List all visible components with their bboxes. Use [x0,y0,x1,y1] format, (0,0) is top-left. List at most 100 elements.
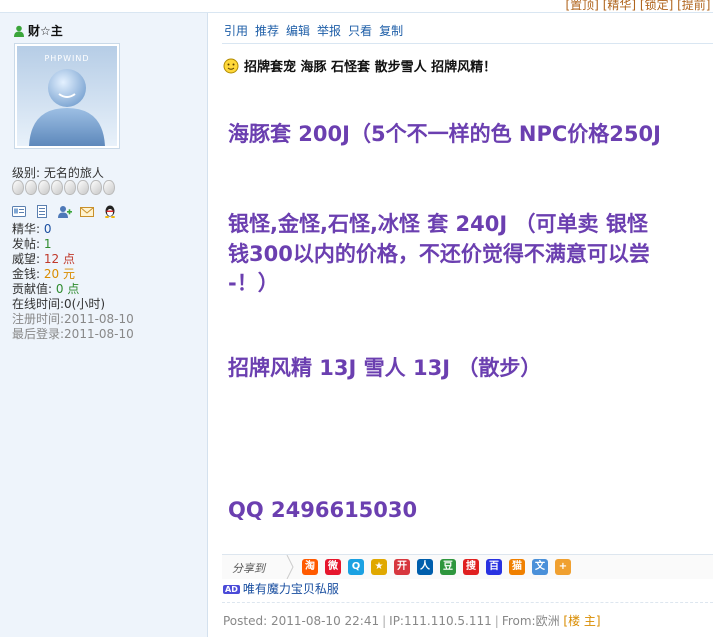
weibo-icon[interactable]: 微 [325,559,341,575]
level-egg-icon [12,180,24,195]
moderator-links: [置顶] [精华] [锁定] [提前] [ [566,0,713,13]
avatar[interactable]: PHPWIND [14,43,120,149]
stat-value: 0(小时) [64,297,106,311]
stat-posts: 发帖: 1 [12,237,134,252]
user-sidebar: 财☆主 PHPWIND 级别: 无名的旅人 精华: 0 发帖: 1 威望: 12… [0,13,208,637]
username-text[interactable]: 财☆主 [28,24,63,38]
floor-label[interactable]: [楼 主] [563,614,600,628]
stat-digest: 精华: 0 [12,222,134,237]
taobao-icon[interactable]: 淘 [302,559,318,575]
level-egg-icon [90,180,102,195]
last-login-value: 2011-08-10 [64,327,134,341]
share-separator [286,555,294,579]
posts-icon[interactable] [35,205,49,218]
username[interactable]: 财☆主 [13,22,63,39]
content-line: 钱300以内的价格，不还价觉得不满意可以尝 [228,242,650,266]
level-value: 无名的旅人 [43,166,104,180]
stat-money: 金钱: 20 元 [12,267,134,282]
add-friend-icon[interactable] [57,205,72,218]
stat-label: 精华: [12,222,41,236]
post-actions: 引用 推荐 编辑 举报 只看 复制 [224,22,410,39]
stat-label: 在线时间: [12,297,65,311]
level-stars [12,180,116,198]
level-egg-icon [25,180,37,195]
separator: | [382,614,387,628]
doc-icon[interactable]: 文 [532,559,548,575]
level-egg-icon [77,180,89,195]
level-label: 级别: [12,166,41,180]
ad-badge-icon: AD [223,585,240,594]
content-line: 银怪,金怪,石怪,冰怪 套 240J （可单卖 银怪 [228,212,648,236]
profile-card-icon[interactable] [12,205,26,218]
stat-value: 20 元 [43,267,75,281]
post-title: 招牌套宠 海豚 石怪套 散步雪人 招牌风精！ [223,56,496,75]
register-value: 2011-08-10 [64,312,134,326]
user-stats: 精华: 0 发帖: 1 威望: 12 点 金钱: 20 元 贡献值: 0 点 在… [12,222,134,342]
contact-icons [12,204,122,218]
recommend-link[interactable]: 推荐 [255,24,279,38]
level-egg-icon [103,180,115,195]
posted-time: Posted: 2011-08-10 22:41 [223,614,380,628]
level-egg-icon [38,180,50,195]
last-login: 最后登录:2011-08-10 [12,327,134,342]
lock-link[interactable]: [锁定] [640,0,673,12]
mop-icon[interactable]: 猫 [509,559,525,575]
share-icons: 淘微 Q ★ 开人豆搜百猫文 + [302,559,578,575]
content-line: -！） [228,271,279,295]
level-egg-icon [51,180,63,195]
user-icon [14,25,24,37]
quote-link[interactable]: 引用 [224,24,248,38]
divider [222,602,713,603]
ip-address: IP:111.110.5.111 [389,614,492,628]
content-line: QQ 2496615030 [228,498,418,522]
top-bar: [置顶] [精华] [锁定] [提前] [ [0,0,713,13]
renren-icon[interactable]: 人 [417,559,433,575]
stat-label: 贡献值: [12,282,53,296]
digest-link[interactable]: [精华] [603,0,636,12]
qq-icon[interactable] [103,205,117,218]
stat-value: 1 [43,237,52,251]
baidu-icon[interactable]: 百 [486,559,502,575]
share-label: 分享到 [232,562,265,575]
level-egg-icon [64,180,76,195]
stat-online-time: 在线时间:0(小时) [12,297,134,312]
star-icon[interactable]: ★ [371,559,387,575]
separator: | [494,614,499,628]
share-bar: 分享到 淘微 Q ★ 开人豆搜百猫文 + [222,554,713,579]
content-line: 招牌风精 13J 雪人 13J （散步） [228,356,542,380]
ad-link[interactable]: AD 唯有魔力宝贝私服 [223,580,339,597]
stat-label: 金钱: [12,267,41,281]
qzone-icon[interactable]: Q [348,559,364,575]
avatar-watermark: PHPWIND [44,54,90,63]
sticky-link[interactable]: [置顶] [566,0,599,12]
stat-value: 0 点 [55,282,80,296]
edit-link[interactable]: 编辑 [286,24,310,38]
copy-link[interactable]: 复制 [379,24,403,38]
user-level: 级别: 无名的旅人 [12,164,104,181]
bump-link[interactable]: [提前] [677,0,710,12]
stat-value: 12 点 [43,252,75,266]
divider [222,43,713,44]
ad-text[interactable]: 唯有魔力宝贝私服 [243,582,339,596]
douban-icon[interactable]: 豆 [440,559,456,575]
post-title-text: 招牌套宠 海豚 石怪套 散步雪人 招牌风精！ [244,60,497,75]
smiley-icon [223,58,239,74]
stat-label: 发帖: [12,237,41,251]
stat-contribution: 贡献值: 0 点 [12,282,134,297]
last-login-label: 最后登录: [12,327,65,341]
register-time: 注册时间:2011-08-10 [12,312,134,327]
more-icon[interactable]: + [555,559,571,575]
post-content: 海豚套 200J（5个不一样的色 NPC价格250J 银怪,金怪,石怪,冰怪 套… [228,118,713,538]
content-line: 海豚套 200J（5个不一样的色 NPC价格250J [228,122,661,146]
only-author-link[interactable]: 只看 [348,24,372,38]
stat-label: 威望: [12,252,41,266]
message-icon[interactable] [80,205,95,218]
from-location: From:欧洲 [501,614,560,628]
kaixin-icon[interactable]: 开 [394,559,410,575]
register-label: 注册时间: [12,312,65,326]
report-link[interactable]: 举报 [317,24,341,38]
stat-prestige: 威望: 12 点 [12,252,134,267]
stat-value: 0 [43,222,52,236]
sohu-icon[interactable]: 搜 [463,559,479,575]
post-footer: Posted: 2011-08-10 22:41 | IP:111.110.5.11… [223,612,601,629]
